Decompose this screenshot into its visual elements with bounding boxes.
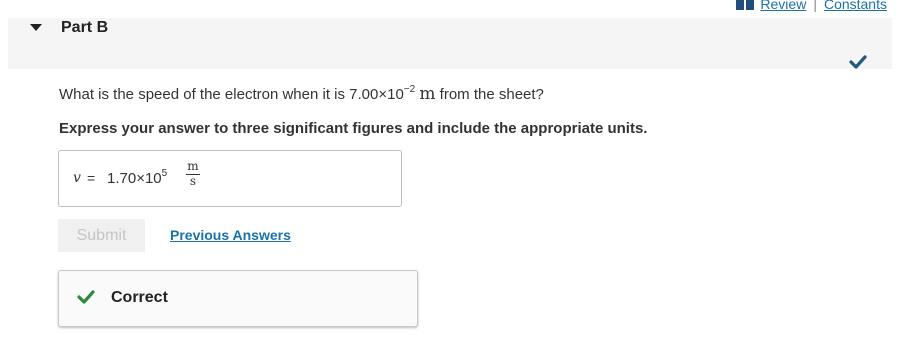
topbar: Review | Constants — [736, 0, 887, 12]
question-text: What is the speed of the electron when i… — [59, 84, 544, 104]
unit-numerator: m — [186, 159, 200, 175]
checkmark-icon — [77, 290, 95, 304]
answer-unit: m s — [186, 160, 200, 188]
book-icon — [736, 0, 755, 10]
question-unit: m — [419, 84, 436, 104]
answer-mantissa: 1.70×10 — [107, 170, 162, 187]
result-feedback: Correct — [58, 270, 418, 327]
review-link[interactable]: Review — [760, 0, 806, 12]
part-title: Part B — [61, 19, 109, 36]
question-exponent: −2 — [403, 84, 416, 95]
instruction-text: Express your answer to three significant… — [59, 120, 648, 137]
answer-variable: v — [73, 170, 81, 186]
result-text: Correct — [111, 289, 168, 306]
question-text-after: from the sheet? — [435, 86, 544, 103]
checkmark-icon — [849, 55, 867, 69]
link-separator: | — [813, 0, 817, 12]
answer-value: 1.70×105 — [107, 168, 167, 187]
answer-exponent: 5 — [161, 168, 168, 179]
previous-answers-link[interactable]: Previous Answers — [170, 227, 291, 243]
submit-button[interactable]: Submit — [58, 219, 145, 252]
unit-denominator: s — [189, 174, 197, 188]
constants-link[interactable]: Constants — [824, 0, 887, 12]
answer-field[interactable]: v = 1.70×105 m s — [58, 150, 402, 207]
collapse-caret-icon[interactable] — [30, 24, 42, 31]
part-header[interactable]: Part B — [8, 18, 892, 69]
question-text-before: What is the speed of the electron when i… — [59, 86, 404, 103]
answer-equals: = — [87, 170, 96, 186]
